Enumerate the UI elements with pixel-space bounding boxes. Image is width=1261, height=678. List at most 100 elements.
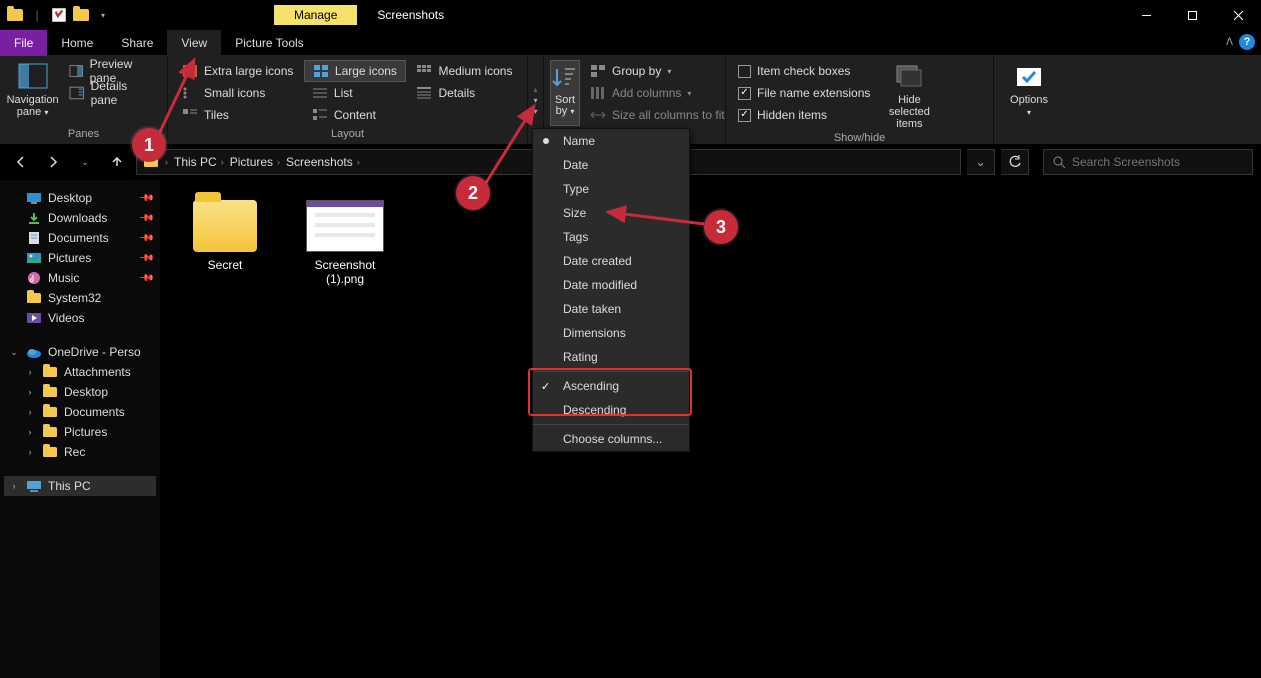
layout-list[interactable]: List	[304, 82, 407, 104]
tree-system32[interactable]: System32	[4, 288, 156, 308]
options-button[interactable]: Options▾	[1000, 60, 1058, 126]
tiles-icon	[182, 108, 198, 122]
tree-pictures[interactable]: Pictures📌	[4, 248, 156, 268]
recent-locations-button[interactable]: ⌄	[72, 149, 98, 175]
menu-share[interactable]: Share	[107, 30, 167, 56]
add-columns-button[interactable]: Add columns ▾	[584, 82, 731, 104]
folder-icon	[26, 291, 42, 305]
sort-choose-columns[interactable]: Choose columns...	[533, 427, 689, 451]
qat-folder-icon[interactable]	[72, 6, 90, 24]
chevron-right-icon[interactable]: ›	[24, 367, 36, 377]
breadcrumb-this-pc[interactable]: This PC›	[174, 155, 224, 169]
tree-downloads[interactable]: Downloads📌	[4, 208, 156, 228]
sort-ascending[interactable]: ✓Ascending	[533, 374, 689, 398]
back-button[interactable]	[8, 149, 34, 175]
chevron-down-icon[interactable]: ⌄	[8, 347, 20, 358]
layout-large-icons[interactable]: Large icons	[304, 60, 407, 82]
layout-more-icon[interactable]: ▾	[528, 107, 543, 116]
group-by-button[interactable]: Group by ▾	[584, 60, 731, 82]
image-thumbnail-icon	[306, 200, 384, 252]
file-list[interactable]: Secret Screenshot (1).png	[160, 180, 1261, 678]
tree-attachments[interactable]: ›Attachments	[4, 362, 156, 382]
tree-od-desktop[interactable]: ›Desktop	[4, 382, 156, 402]
tree-od-documents[interactable]: ›Documents	[4, 402, 156, 422]
pin-icon: 📌	[137, 230, 154, 247]
tree-rec[interactable]: ›Rec	[4, 442, 156, 462]
breadcrumb-screenshots[interactable]: Screenshots›	[286, 155, 360, 169]
address-dropdown-icon[interactable]: ⌄	[967, 149, 995, 175]
sort-name[interactable]: Name	[533, 129, 689, 153]
sort-date-modified[interactable]: Date modified	[533, 273, 689, 297]
forward-button[interactable]	[40, 149, 66, 175]
search-icon	[1052, 155, 1066, 169]
qat-properties-icon[interactable]	[50, 6, 68, 24]
hide-selected-label: Hide selected items	[880, 94, 938, 130]
size-all-columns-button[interactable]: Size all columns to fit	[584, 104, 731, 126]
this-pc-icon	[26, 479, 42, 493]
sort-by-button[interactable]: Sort by ▾	[550, 60, 580, 126]
sort-size[interactable]: Size	[533, 201, 689, 225]
menu-separator	[533, 371, 689, 372]
sort-dimensions[interactable]: Dimensions	[533, 321, 689, 345]
up-button[interactable]	[104, 149, 130, 175]
chevron-right-icon[interactable]: ›	[24, 407, 36, 417]
sort-type[interactable]: Type	[533, 177, 689, 201]
tree-desktop[interactable]: Desktop📌	[4, 188, 156, 208]
tree-music[interactable]: Music📌	[4, 268, 156, 288]
menu-view[interactable]: View	[167, 30, 221, 56]
file-name-extensions-toggle[interactable]: File name extensions	[732, 82, 876, 104]
qat-dropdown-icon[interactable]: ▾	[94, 6, 112, 24]
hidden-items-toggle[interactable]: Hidden items	[732, 104, 876, 126]
layout-extra-large-icons[interactable]: Extra large icons	[174, 60, 302, 82]
menu-bar: File Home Share View Picture Tools ᐱ ?	[0, 30, 1261, 56]
sort-descending[interactable]: Descending	[533, 398, 689, 422]
search-input[interactable]	[1072, 155, 1244, 169]
window-title: Screenshots	[377, 8, 444, 22]
sort-by-menu: Name Date Type Size Tags Date created Da…	[532, 128, 690, 452]
chevron-right-icon[interactable]: ›	[24, 447, 36, 457]
layout-content[interactable]: Content	[304, 104, 407, 126]
tree-documents[interactable]: Documents📌	[4, 228, 156, 248]
annotation-3: 3	[704, 210, 738, 244]
app-folder-icon	[6, 6, 24, 24]
chevron-right-icon[interactable]: ›	[8, 481, 20, 491]
search-box[interactable]	[1043, 149, 1253, 175]
maximize-button[interactable]	[1169, 0, 1215, 30]
layout-tiles[interactable]: Tiles	[174, 104, 302, 126]
minimize-button[interactable]	[1123, 0, 1169, 30]
sort-tags[interactable]: Tags	[533, 225, 689, 249]
layout-details[interactable]: Details	[408, 82, 521, 104]
chevron-right-icon[interactable]: ›	[24, 427, 36, 437]
tree-this-pc[interactable]: ›This PC	[4, 476, 156, 496]
breadcrumb-pictures[interactable]: Pictures›	[230, 155, 280, 169]
refresh-button[interactable]	[1001, 149, 1029, 175]
item-check-boxes-toggle[interactable]: Item check boxes	[732, 60, 876, 82]
close-button[interactable]	[1215, 0, 1261, 30]
navigation-pane-button[interactable]: Navigation pane ▾	[6, 60, 59, 126]
tree-onedrive[interactable]: ⌄OneDrive - Perso	[4, 342, 156, 362]
collapse-ribbon-icon[interactable]: ᐱ	[1226, 37, 1233, 48]
tree-videos[interactable]: Videos	[4, 308, 156, 328]
menu-home[interactable]: Home	[47, 30, 107, 56]
file-item-secret[interactable]: Secret	[180, 200, 270, 272]
help-icon[interactable]: ?	[1239, 34, 1255, 50]
pin-icon: 📌	[137, 270, 154, 287]
hide-selected-button[interactable]: Hide selected items	[880, 60, 938, 130]
tree-od-pictures[interactable]: ›Pictures	[4, 422, 156, 442]
videos-icon	[26, 311, 42, 325]
folder-icon	[42, 365, 58, 379]
chevron-right-icon[interactable]: ›	[24, 387, 36, 397]
details-pane-button[interactable]: Details pane	[63, 82, 161, 104]
layout-scroll-up-icon[interactable]: ▴	[528, 85, 543, 94]
layout-scroll-down-icon[interactable]: ▾	[528, 96, 543, 105]
sort-rating[interactable]: Rating	[533, 345, 689, 369]
extra-large-icons-icon	[182, 64, 198, 78]
layout-small-icons[interactable]: Small icons	[174, 82, 302, 104]
sort-date-created[interactable]: Date created	[533, 249, 689, 273]
sort-date[interactable]: Date	[533, 153, 689, 177]
menu-picture-tools[interactable]: Picture Tools	[221, 30, 317, 56]
file-item-screenshot1[interactable]: Screenshot (1).png	[300, 200, 390, 286]
menu-file[interactable]: File	[0, 30, 47, 56]
sort-date-taken[interactable]: Date taken	[533, 297, 689, 321]
layout-medium-icons[interactable]: Medium icons	[408, 60, 521, 82]
